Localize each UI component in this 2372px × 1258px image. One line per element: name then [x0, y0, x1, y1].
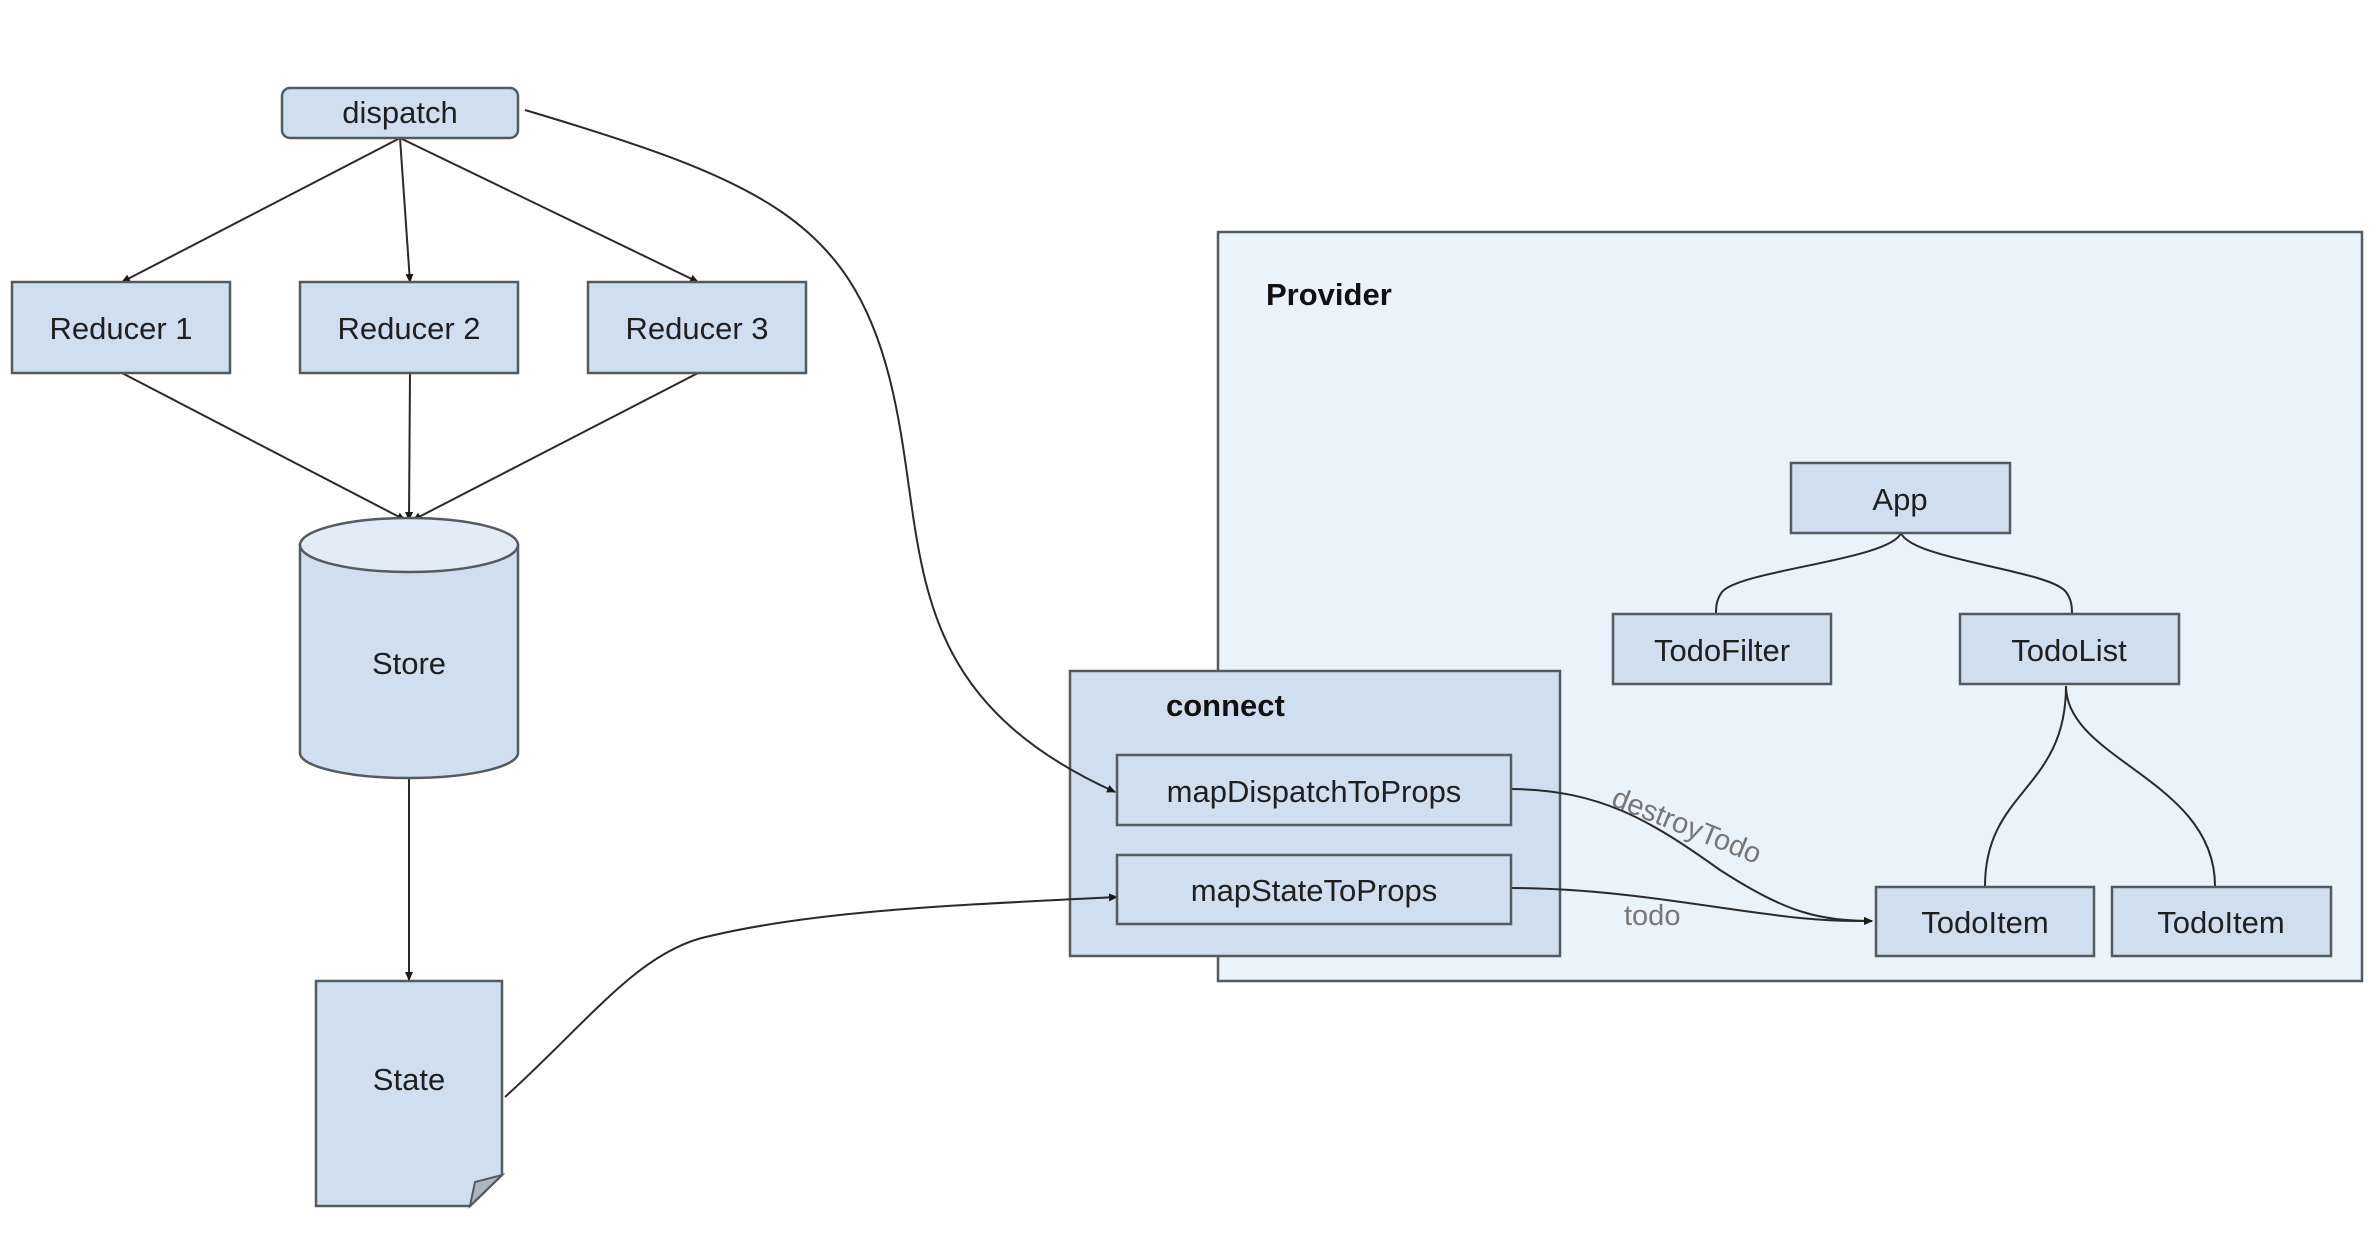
reducer-2-label: Reducer 2 [337, 311, 480, 346]
app-node[interactable]: App [1789, 461, 2012, 535]
todo-item-1-node[interactable]: TodoItem [1874, 885, 2096, 958]
store-node[interactable]: Store [298, 516, 520, 780]
edge-dispatch-reducer3 [399, 137, 699, 283]
store-cylinder-top [298, 516, 520, 574]
todo-list-node[interactable]: TodoList [1958, 612, 2181, 686]
edge-reducer2-store [405, 372, 414, 521]
todo-item-2-label: TodoItem [2157, 905, 2285, 940]
todo-item-2-node[interactable]: TodoItem [2110, 885, 2333, 958]
provider-title: Provider [1266, 277, 1392, 312]
dispatch-label: dispatch [342, 95, 457, 130]
edge-label-todo: todo [1624, 900, 1680, 932]
connect-title: connect [1166, 688, 1285, 723]
todo-item-1-label: TodoItem [1921, 905, 2049, 940]
redux-flow-diagram: Provider connect destroyTodo todo dispat… [10, 86, 2364, 1209]
edge-state-mapstate [504, 893, 1118, 1098]
app-label: App [1872, 482, 1927, 517]
map-state-to-props-node[interactable]: mapStateToProps [1115, 853, 1513, 926]
edge-reducer3-store [412, 372, 699, 521]
reducer-3-label: Reducer 3 [625, 311, 768, 346]
map-dispatch-to-props-node[interactable]: mapDispatchToProps [1115, 753, 1513, 827]
edge-dispatch-mapdispatch [524, 109, 1116, 793]
reducer-3-node[interactable]: Reducer 3 [586, 280, 808, 375]
reducer-2-node[interactable]: Reducer 2 [298, 280, 520, 375]
state-node[interactable]: State [314, 979, 506, 1209]
store-label: Store [372, 646, 446, 681]
reducer-1-label: Reducer 1 [49, 311, 192, 346]
dispatch-node[interactable]: dispatch [280, 86, 520, 140]
map-state-to-props-label: mapStateToProps [1191, 873, 1437, 908]
edge-reducer1-store [121, 372, 406, 521]
todo-filter-node[interactable]: TodoFilter [1611, 612, 1833, 686]
edge-dispatch-reducer2 [399, 137, 414, 283]
map-dispatch-to-props-label: mapDispatchToProps [1167, 774, 1462, 809]
todo-list-label: TodoList [2011, 633, 2127, 668]
reducer-1-node[interactable]: Reducer 1 [10, 280, 232, 375]
todo-filter-label: TodoFilter [1654, 633, 1790, 668]
edge-dispatch-reducer1 [121, 137, 401, 283]
state-label: State [373, 1062, 445, 1097]
